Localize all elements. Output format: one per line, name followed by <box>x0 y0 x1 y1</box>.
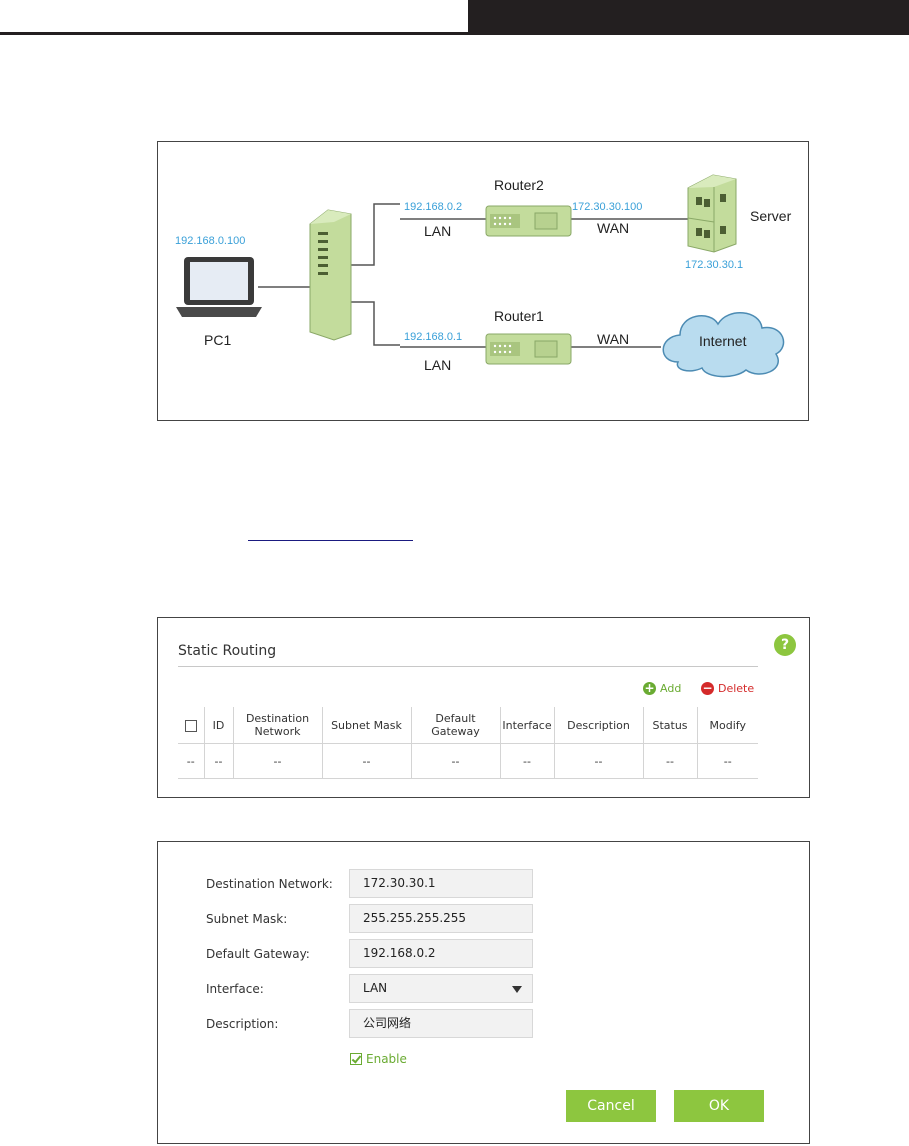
subnet-mask-input[interactable]: 255.255.255.255 <box>349 904 533 933</box>
column-header: Subnet Mask <box>321 707 412 744</box>
pc-label: PC1 <box>204 332 231 348</box>
static-routing-panel: Static Routing ? + Add − Delete ID Desti… <box>157 617 810 798</box>
add-button[interactable]: + Add <box>643 682 681 695</box>
minus-icon: − <box>701 681 714 695</box>
ok-button[interactable]: OK <box>674 1090 764 1122</box>
table-header-row: ID Destination Network Subnet Mask Defau… <box>178 707 758 744</box>
router2-name: Router2 <box>494 177 544 193</box>
server-ip: 172.30.30.1 <box>685 259 743 271</box>
column-header: Destination Network <box>232 707 323 744</box>
delete-label: Delete <box>718 682 755 695</box>
route-form-panel: Destination Network: 172.30.30.1 Subnet … <box>157 841 810 1144</box>
checkbox-checked-icon <box>350 1053 362 1065</box>
switch-icon <box>309 209 352 341</box>
router1-wan-label: WAN <box>597 331 629 347</box>
router-icon <box>485 333 572 365</box>
default-gateway-label: Default Gateway: <box>206 947 310 961</box>
plus-icon: + <box>643 681 656 695</box>
routing-table: ID Destination Network Subnet Mask Defau… <box>178 707 758 779</box>
help-icon[interactable]: ? <box>774 634 796 656</box>
table-cell: -- <box>499 743 555 779</box>
panel-title: Static Routing <box>178 643 277 659</box>
router-icon <box>485 205 572 237</box>
column-header: Interface <box>499 707 555 744</box>
subnet-mask-label: Subnet Mask: <box>206 912 288 926</box>
add-label: Add <box>660 682 682 695</box>
router2-lan-label: LAN <box>424 223 451 239</box>
destination-network-label: Destination Network: <box>206 877 333 891</box>
table-cell: -- <box>321 743 412 779</box>
interface-label: Interface: <box>206 982 264 996</box>
select-all-cell[interactable] <box>178 707 205 744</box>
link-underline[interactable] <box>248 540 413 541</box>
table-cell: -- <box>410 743 501 779</box>
table-cell: -- <box>178 743 205 779</box>
router1-lan-label: LAN <box>424 357 451 373</box>
panel-divider <box>178 666 758 667</box>
table-cell: -- <box>642 743 698 779</box>
enable-label: Enable <box>366 1052 407 1066</box>
column-header: Description <box>553 707 644 744</box>
router2-wan-ip: 172.30.30.100 <box>572 201 642 213</box>
cancel-button[interactable]: Cancel <box>566 1090 656 1122</box>
table-cell: -- <box>696 743 758 779</box>
column-header: Modify <box>696 707 758 744</box>
interface-select[interactable]: LAN <box>349 974 533 1003</box>
pc-ip-label: 192.168.0.100 <box>175 235 245 247</box>
table-cell: -- <box>203 743 234 779</box>
description-input[interactable]: 公司网络 <box>349 1009 533 1038</box>
header-rule <box>0 32 909 35</box>
description-label: Description: <box>206 1017 279 1031</box>
column-header: Default Gateway <box>410 707 501 744</box>
column-header: ID <box>203 707 234 744</box>
internet-label: Internet <box>699 333 747 349</box>
header-bar <box>468 0 909 33</box>
router2-lan-ip: 192.168.0.2 <box>404 201 462 213</box>
router1-name: Router1 <box>494 308 544 324</box>
chevron-down-icon <box>512 986 522 993</box>
table-row: -- -- -- -- -- -- -- -- -- <box>178 743 758 779</box>
interface-select-value: LAN <box>363 981 388 995</box>
column-header: Status <box>642 707 698 744</box>
destination-network-input[interactable]: 172.30.30.1 <box>349 869 533 898</box>
delete-button[interactable]: − Delete <box>701 682 754 695</box>
network-diagram: 192.168.0.100 PC1 Router2 192.168.0.2 LA… <box>157 141 809 421</box>
router2-wan-label: WAN <box>597 220 629 236</box>
server-icon <box>687 174 737 253</box>
default-gateway-input[interactable]: 192.168.0.2 <box>349 939 533 968</box>
select-all-checkbox[interactable] <box>184 719 197 732</box>
router1-lan-ip: 192.168.0.1 <box>404 331 462 343</box>
enable-checkbox[interactable]: Enable <box>350 1052 407 1066</box>
laptop-icon <box>176 257 262 317</box>
table-cell: -- <box>553 743 644 779</box>
table-cell: -- <box>232 743 323 779</box>
server-label: Server <box>750 208 792 224</box>
